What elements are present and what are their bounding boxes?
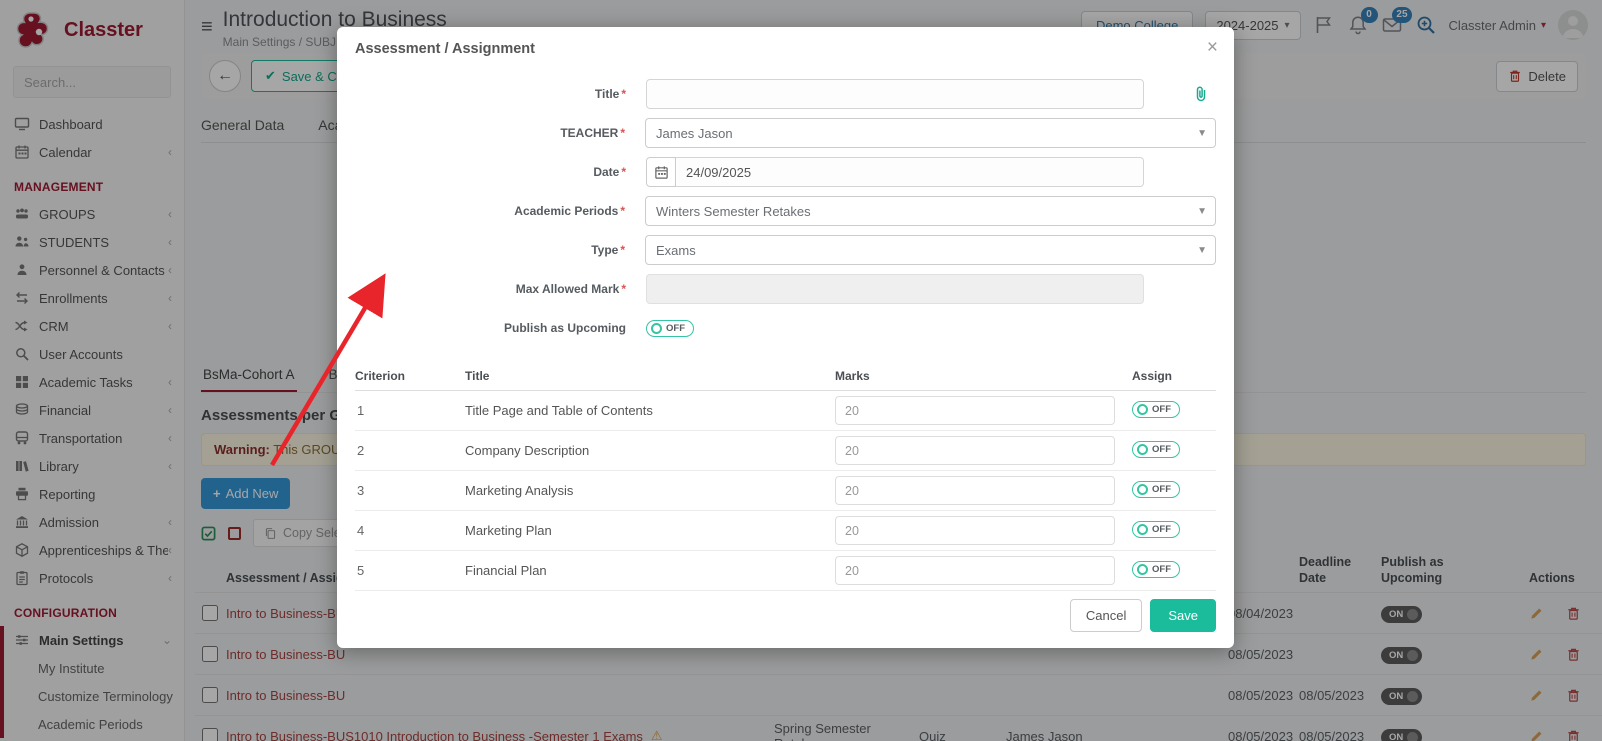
academic-periods-label: Academic Periods* [355, 204, 645, 218]
date-input[interactable] [676, 157, 1144, 187]
caret-down-icon: ▼ [1197, 128, 1207, 139]
required-asterisk: * [620, 204, 625, 218]
required-asterisk: * [621, 282, 626, 296]
criteria-header: Criterion Title Marks Assign [355, 365, 1216, 391]
max-allowed-mark-input[interactable] [646, 274, 1144, 304]
col-assign: Assign [1132, 369, 1216, 383]
criteria-row: 3 Marketing Analysis OFF [355, 471, 1216, 511]
caret-down-icon: ▼ [1197, 206, 1207, 217]
marks-input[interactable] [835, 516, 1115, 545]
assign-toggle-off[interactable]: OFF [1132, 561, 1180, 578]
criteria-row: 1 Title Page and Table of Contents OFF [355, 391, 1216, 431]
marks-input[interactable] [835, 556, 1115, 585]
teacher-label: TEACHER* [355, 126, 645, 140]
assign-toggle-off[interactable]: OFF [1132, 401, 1180, 418]
teacher-select[interactable]: James Jason▼ [645, 118, 1216, 148]
close-icon[interactable]: × [1207, 37, 1218, 59]
calendar-icon[interactable] [646, 157, 676, 187]
publish-as-upcoming-label: Publish as Upcoming [355, 321, 646, 335]
title-input[interactable] [646, 79, 1144, 109]
paperclip-icon[interactable] [1192, 85, 1210, 103]
col-criterion: Criterion [355, 369, 465, 383]
cancel-button[interactable]: Cancel [1070, 599, 1142, 632]
assign-toggle-off[interactable]: OFF [1132, 441, 1180, 458]
modal-title: Assessment / Assignment [355, 41, 1216, 57]
caret-down-icon: ▼ [1197, 245, 1207, 256]
required-asterisk: * [620, 243, 625, 257]
required-asterisk: * [621, 87, 626, 101]
modal-form: Title* TEACHER* James Jason▼ Date* Acade… [355, 79, 1216, 343]
criteria-table: Criterion Title Marks Assign 1 Title Pag… [355, 365, 1216, 591]
date-label: Date* [355, 165, 646, 179]
max-allowed-mark-label: Max Allowed Mark* [355, 282, 646, 296]
required-asterisk: * [620, 126, 625, 140]
app-root: Classter Dashboard Calendar ‹ MANAGEMENT… [0, 0, 1602, 741]
marks-input[interactable] [835, 436, 1115, 465]
title-label: Title* [355, 87, 646, 101]
assessment-modal: Assessment / Assignment × Title* TEACHER… [337, 27, 1234, 648]
criteria-row: 2 Company Description OFF [355, 431, 1216, 471]
criteria-row: 5 Financial Plan OFF [355, 551, 1216, 591]
assign-toggle-off[interactable]: OFF [1132, 481, 1180, 498]
col-title: Title [465, 369, 835, 383]
academic-periods-select[interactable]: Winters Semester Retakes▼ [645, 196, 1216, 226]
publish-toggle-off[interactable]: OFF [646, 320, 694, 337]
criteria-row: 4 Marketing Plan OFF [355, 511, 1216, 551]
save-button[interactable]: Save [1150, 599, 1216, 632]
col-marks: Marks [835, 369, 1132, 383]
marks-input[interactable] [835, 396, 1115, 425]
marks-input[interactable] [835, 476, 1115, 505]
assign-toggle-off[interactable]: OFF [1132, 521, 1180, 538]
type-label: Type* [355, 243, 645, 257]
type-select[interactable]: Exams▼ [645, 235, 1216, 265]
required-asterisk: * [621, 165, 626, 179]
